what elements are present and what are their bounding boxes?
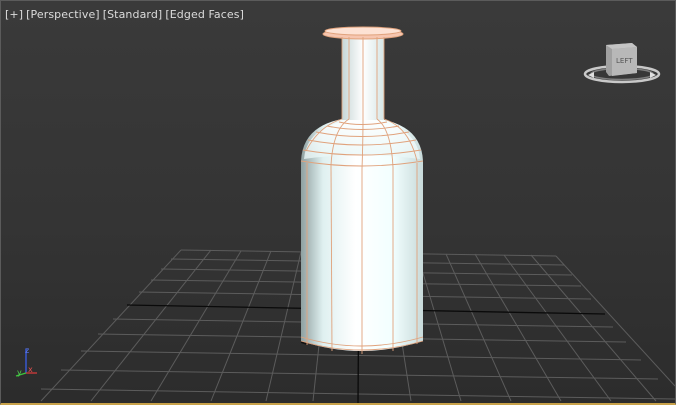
viewcube-widget[interactable]: LEFT <box>583 43 661 84</box>
axis-x-label: x <box>28 365 33 374</box>
viewcube-face-label[interactable]: LEFT <box>616 57 633 65</box>
viewport-scene[interactable]: LEFT z x y <box>1 1 676 405</box>
viewport-shading-menu[interactable]: [Standard] <box>103 8 163 21</box>
viewport-point-of-view-menu[interactable]: [Perspective] <box>26 8 100 21</box>
axis-z-label: z <box>25 346 29 355</box>
viewport-general-menu[interactable]: [+] <box>5 8 23 21</box>
viewport-label-menu: [+] [Perspective] [Standard] [Edged Faces] <box>5 8 244 21</box>
axis-tripod: z x y <box>15 346 37 377</box>
bottle-object[interactable] <box>300 26 424 354</box>
perspective-viewport[interactable]: LEFT z x y [+] [Perspective] [Standard] [Ed… <box>0 0 676 405</box>
axis-y-label: y <box>17 368 22 377</box>
viewport-display-menu[interactable]: [Edged Faces] <box>165 8 244 21</box>
